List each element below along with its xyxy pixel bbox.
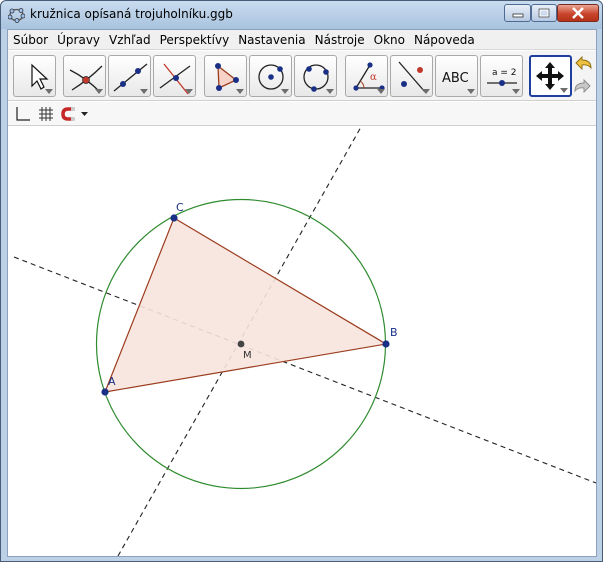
menu-perspektivy[interactable]: Perspektívy — [155, 33, 234, 47]
window-title: kružnica opísaná trojuholníku.ggb — [30, 7, 233, 21]
point-capturing-button[interactable] — [60, 105, 90, 123]
tool-perpendicular[interactable] — [153, 55, 196, 97]
point-b[interactable] — [382, 340, 390, 348]
tool-dropdown-arrow — [95, 89, 103, 94]
style-bar — [8, 102, 596, 126]
construction-canvas[interactable]: A B C M — [8, 127, 596, 556]
svg-text:α: α — [370, 72, 377, 83]
tool-dropdown-arrow — [377, 89, 385, 94]
graphics-view[interactable]: A B C M — [8, 127, 596, 556]
app-window: kružnica opísaná trojuholníku.ggb Súbor … — [0, 0, 603, 562]
tool-line[interactable] — [108, 55, 151, 97]
tool-dropdown-arrow — [281, 89, 289, 94]
point-capturing-magnet-icon — [61, 107, 75, 121]
menu-vzhlad[interactable]: Vzhľad — [104, 33, 155, 47]
grid-toggle-icon — [39, 107, 53, 121]
point-a[interactable] — [101, 388, 109, 396]
tool-polygon[interactable] — [204, 55, 247, 97]
tool-dropdown-arrow — [140, 89, 148, 94]
tool-reflect[interactable] — [390, 55, 433, 97]
tool-dropdown-arrow — [467, 89, 475, 94]
close-icon — [572, 7, 584, 19]
undo-button[interactable] — [572, 55, 594, 75]
tool-angle[interactable]: α — [345, 55, 388, 97]
tool-intersect[interactable] — [63, 55, 106, 97]
tool-text[interactable]: ABC — [435, 55, 478, 97]
menu-okno[interactable]: Okno — [369, 33, 409, 47]
grid-toggle-button[interactable] — [37, 105, 55, 123]
menu-nastroje[interactable]: Nástroje — [310, 33, 369, 47]
point-c[interactable] — [170, 214, 178, 222]
svg-text:ABC: ABC — [442, 71, 469, 86]
label-a: A — [108, 375, 116, 388]
axes-toggle-button[interactable] — [14, 105, 32, 123]
tool-dropdown-arrow — [560, 88, 568, 93]
tool-dropdown-arrow — [422, 89, 430, 94]
menu-napoveda[interactable]: Nápoveda — [409, 33, 479, 47]
app-client-area: Súbor Úpravy Vzhľad Perspektívy Nastaven… — [7, 29, 597, 557]
redo-button[interactable] — [572, 78, 594, 98]
toolbar: α ABC a = 2 — [8, 51, 596, 101]
menu-bar: Súbor Úpravy Vzhľad Perspektívy Nastaven… — [8, 30, 596, 50]
maximize-icon — [538, 8, 550, 18]
close-button[interactable] — [557, 4, 599, 22]
triangle-abc[interactable] — [104, 217, 388, 393]
redo-icon — [574, 78, 591, 94]
svg-text:a = 2: a = 2 — [492, 68, 517, 78]
title-bar[interactable]: kružnica opísaná trojuholníku.ggb — [1, 1, 602, 29]
undo-icon — [575, 55, 592, 71]
minimize-icon — [512, 13, 523, 18]
label-c: C — [176, 201, 184, 214]
point-m[interactable] — [237, 340, 245, 348]
tool-circle-center[interactable] — [249, 55, 292, 97]
perpendicular-bisector-line[interactable] — [13, 256, 596, 484]
tool-slider[interactable]: a = 2 — [480, 55, 523, 97]
dropdown-arrow-icon — [81, 112, 88, 116]
geogebra-app-icon — [8, 8, 25, 23]
tool-move-graphics[interactable] — [529, 55, 572, 97]
tool-move[interactable] — [13, 55, 56, 97]
menu-subor[interactable]: Súbor — [8, 33, 52, 47]
tool-dropdown-arrow — [512, 89, 520, 94]
maximize-button[interactable] — [531, 4, 557, 22]
menu-nastavenia[interactable]: Nastavenia — [233, 33, 309, 47]
label-m: M — [243, 350, 252, 361]
tool-circle-three-points[interactable] — [294, 55, 337, 97]
menu-upravy[interactable]: Úpravy — [52, 33, 104, 47]
tool-dropdown-arrow — [45, 89, 53, 94]
tool-dropdown-arrow — [326, 89, 334, 94]
axes-toggle-icon — [16, 107, 30, 121]
minimize-button[interactable] — [504, 4, 531, 22]
tool-dropdown-arrow — [236, 89, 244, 94]
label-b: B — [390, 326, 398, 339]
tool-dropdown-arrow — [185, 89, 193, 94]
